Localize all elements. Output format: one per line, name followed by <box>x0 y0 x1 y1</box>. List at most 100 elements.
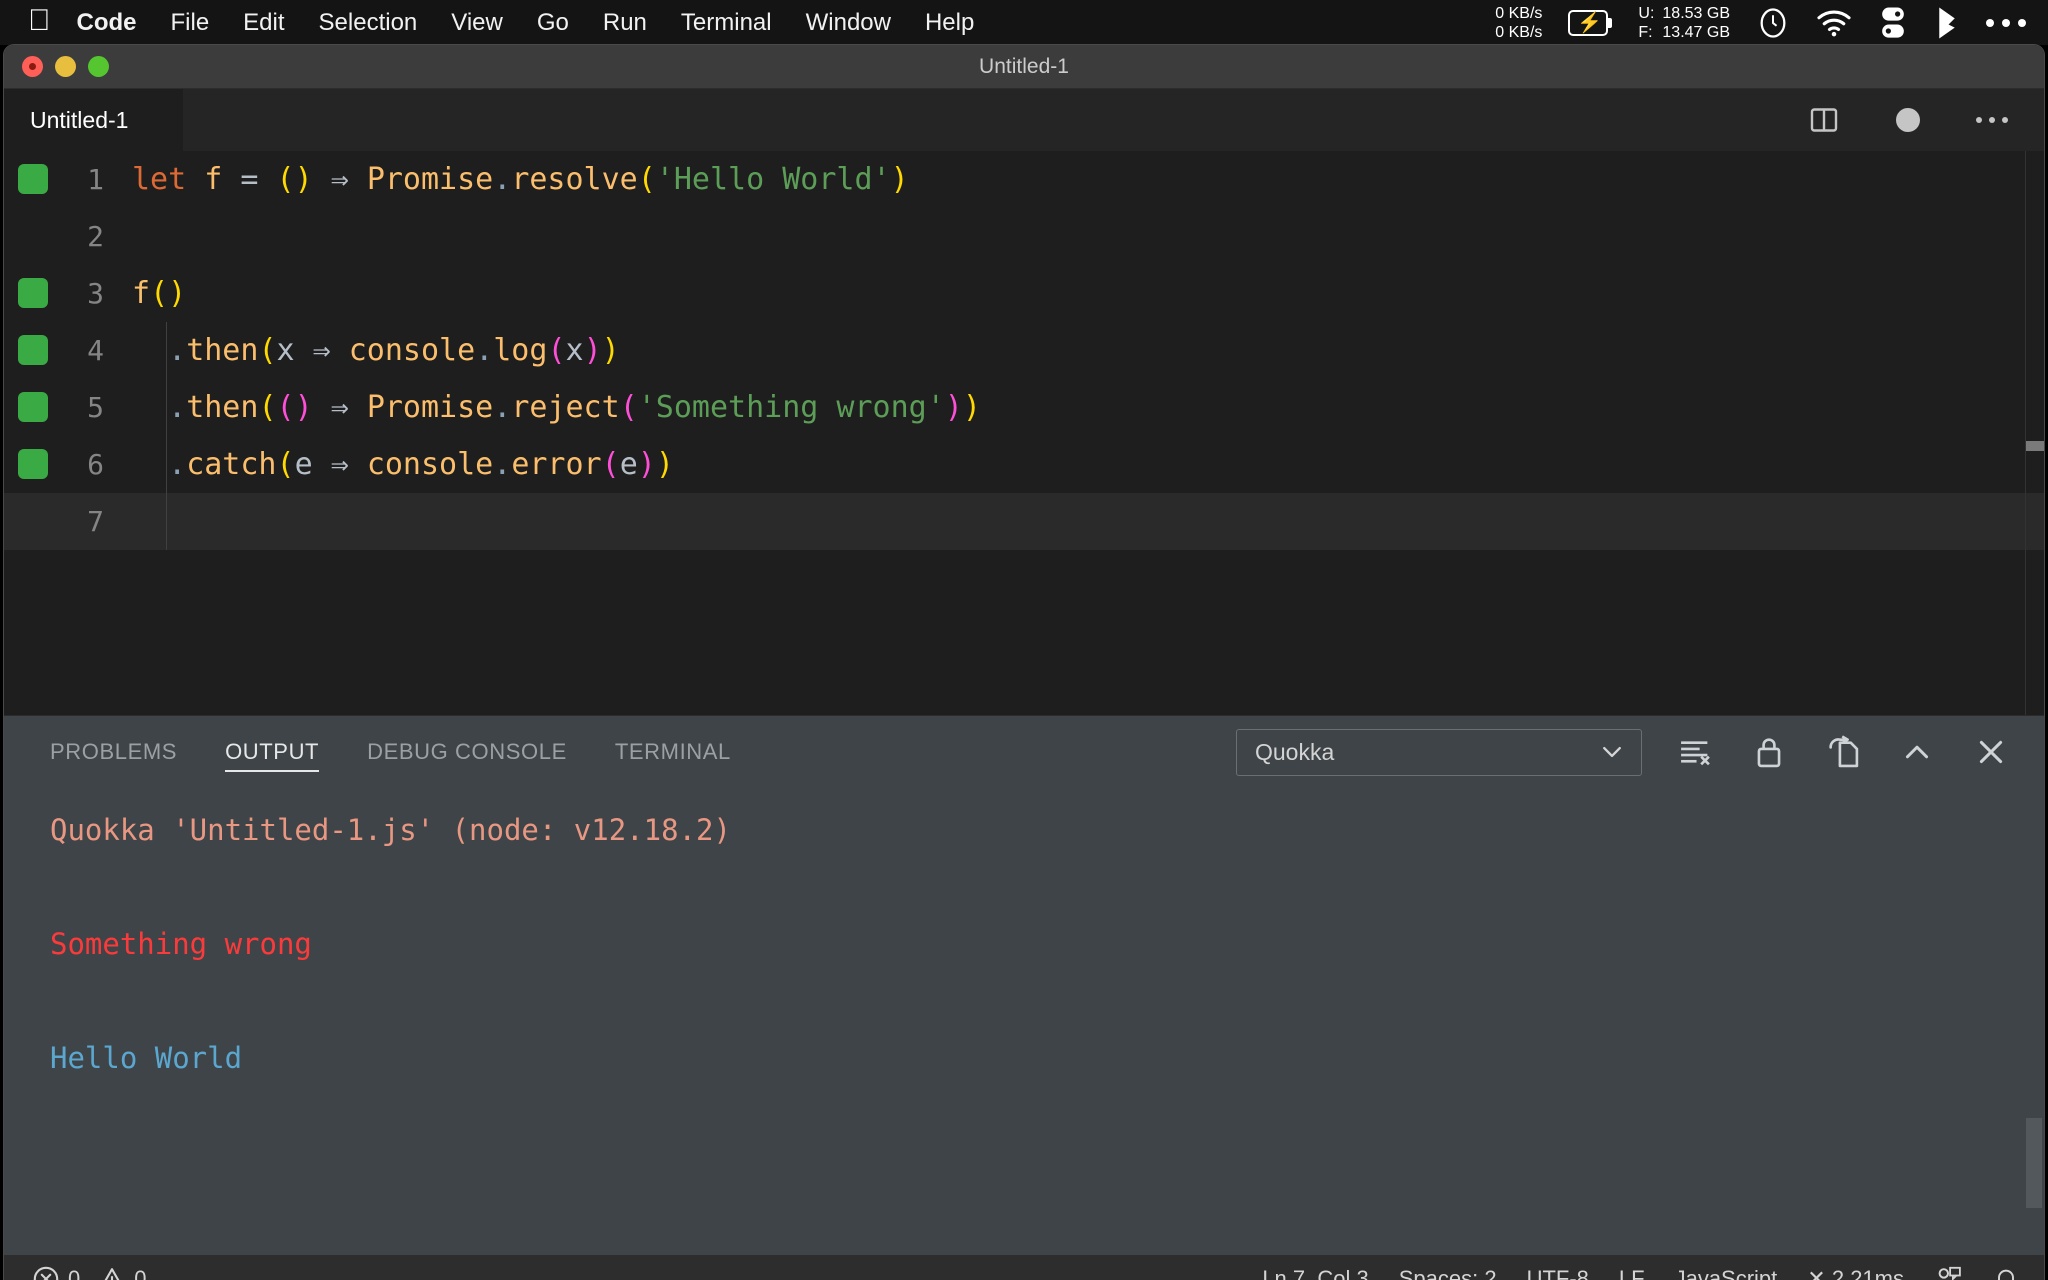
apple-logo-icon[interactable]:  <box>28 5 51 36</box>
wifi-icon[interactable] <box>1816 9 1852 37</box>
indentation-setting[interactable]: Spaces: 2 <box>1399 1266 1497 1280</box>
code-line[interactable]: 4 .then(x ⇒ console.log(x)) <box>4 322 2044 379</box>
network-speed-indicator[interactable]: 0 KB/s 0 KB/s <box>1495 4 1542 42</box>
code-editor[interactable]: 1 let f = () ⇒ Promise.resolve('Hello Wor… <box>4 151 2044 715</box>
indent-guide <box>166 322 167 379</box>
open-in-editor-button[interactable] <box>1822 731 1864 773</box>
minimize-button[interactable] <box>55 56 76 77</box>
menu-item-go[interactable]: Go <box>537 9 569 37</box>
storage-icon[interactable] <box>1878 6 1908 40</box>
code-token: let <box>132 162 187 197</box>
scroll-lock-button[interactable] <box>1748 731 1790 773</box>
maximize-panel-button[interactable] <box>1896 731 1938 773</box>
code-token: ⇒ <box>330 162 349 197</box>
code-token: f <box>132 276 151 311</box>
output-view[interactable]: Quokka 'Untitled-1.js' (node: v12.18.2) … <box>4 788 2044 1255</box>
cursor-position[interactable]: Ln 7, Col 3 <box>1262 1266 1368 1280</box>
code-line[interactable]: 5 .then(() ⇒ Promise.reject('Something w… <box>4 379 2044 436</box>
code-token: ) <box>168 276 187 311</box>
code-token: . <box>168 447 187 482</box>
code-token: = <box>240 162 259 197</box>
more-actions-button[interactable] <box>1974 102 2010 138</box>
menu-item-view[interactable]: View <box>451 9 503 37</box>
menu-item-help[interactable]: Help <box>925 9 974 37</box>
encoding-setting[interactable]: UTF-8 <box>1527 1266 1589 1280</box>
code-line-text: let f = () ⇒ Promise.resolve('Hello Worl… <box>132 162 909 197</box>
code-token: reject <box>511 390 620 425</box>
battery-charging-icon[interactable]: ⚡ <box>1568 9 1613 36</box>
memory-indicator[interactable]: U: 18.53 GB F: 13.47 GB <box>1638 4 1730 42</box>
close-button[interactable] <box>22 56 43 77</box>
clear-output-icon <box>1681 741 1710 766</box>
close-panel-button[interactable] <box>1970 731 2012 773</box>
notifications-button[interactable] <box>1992 1265 2020 1280</box>
menu-item-code[interactable]: Code <box>77 9 137 37</box>
editor-scrollbar-thumb[interactable] <box>2026 441 2044 451</box>
code-line[interactable]: 2 <box>4 208 2044 265</box>
macos-menu-bar:  Code File Edit Selection View Go Run Terminal… <box>0 0 2048 45</box>
feedback-button[interactable] <box>1934 1265 1962 1280</box>
code-token: console <box>366 447 494 482</box>
problems-status[interactable]: 0 0 <box>32 1265 147 1280</box>
bottom-panel: PROBLEMS OUTPUT DEBUG CONSOLE TERMINAL Quok… <box>4 715 2044 1255</box>
menu-bar-status-area: 0 KB/s 0 KB/s ⚡ U: 18.53 GB F: 13.47 GB <box>1495 4 2048 42</box>
editor-tab-bar: Untitled-1 <box>4 89 2044 151</box>
code-line-text: .catch(e ⇒ console.error(e)) <box>132 447 674 482</box>
unsaved-indicator[interactable] <box>1890 102 1926 138</box>
clear-output-button[interactable] <box>1674 731 1716 773</box>
code-token: f <box>204 162 223 197</box>
code-token: . <box>475 333 494 368</box>
editor-actions <box>1806 89 2044 151</box>
maximize-button[interactable] <box>88 56 109 77</box>
menu-item-selection[interactable]: Selection <box>319 9 418 37</box>
quokka-timing[interactable]: ✕ 2.21ms <box>1807 1266 1904 1280</box>
tab-untitled-1[interactable]: Untitled-1 <box>4 89 184 151</box>
editor-scrollbar[interactable] <box>2026 151 2044 715</box>
window-title-bar: Untitled-1 <box>4 45 2044 89</box>
panel-tab-output[interactable]: OUTPUT <box>225 716 320 788</box>
code-line[interactable]: 3 f() <box>4 265 2044 322</box>
status-bar-left: 0 0 <box>4 1265 147 1280</box>
code-line[interactable]: 7 <box>4 493 2044 550</box>
ellipsis-icon[interactable] <box>1986 18 2026 27</box>
code-token: 'Something wrong' <box>637 390 945 425</box>
window-title: Untitled-1 <box>979 54 1069 78</box>
bell-icon <box>1998 1269 2014 1280</box>
code-line-text: f() <box>132 276 186 311</box>
output-channel-value: Quokka <box>1255 738 1335 765</box>
menu-item-edit[interactable]: Edit <box>243 9 284 37</box>
output-scrollbar-thumb[interactable] <box>2026 1118 2042 1208</box>
panel-tab-terminal[interactable]: TERMINAL <box>615 716 731 788</box>
language-mode[interactable]: JavaScript <box>1675 1266 1778 1280</box>
output-channel-select[interactable]: Quokka <box>1236 728 1642 776</box>
flag-icon[interactable] <box>1934 6 1960 40</box>
clock-icon[interactable] <box>1756 6 1790 40</box>
line-number: 2 <box>87 220 104 253</box>
status-bar-right: Ln 7, Col 3 Spaces: 2 UTF-8 LF JavaScrip… <box>1262 1265 2044 1280</box>
panel-actions: Quokka <box>1236 728 2044 776</box>
menu-item-file[interactable]: File <box>171 9 210 37</box>
code-token: ( <box>258 390 277 425</box>
code-token: then <box>186 390 259 425</box>
feedback-person-icon <box>1938 1266 1961 1280</box>
eol-setting[interactable]: LF <box>1619 1266 1645 1280</box>
panel-tab-debug-console[interactable]: DEBUG CONSOLE <box>367 716 567 788</box>
code-token: . <box>493 390 512 425</box>
output-lines-container: Quokka 'Untitled-1.js' (node: v12.18.2) … <box>50 802 2044 1087</box>
menu-item-terminal[interactable]: Terminal <box>681 9 772 37</box>
panel-tab-problems[interactable]: PROBLEMS <box>50 716 177 788</box>
ellipsis-icon <box>1976 117 2008 123</box>
code-line[interactable]: 6 .catch(e ⇒ console.error(e)) <box>4 436 2044 493</box>
menu-item-window[interactable]: Window <box>806 9 891 37</box>
code-line[interactable]: 1 let f = () ⇒ Promise.resolve('Hello Wor… <box>4 151 2044 208</box>
menu-item-run[interactable]: Run <box>603 9 647 37</box>
tab-label: Untitled-1 <box>30 106 129 133</box>
code-token: ) <box>655 447 674 482</box>
split-editor-button[interactable] <box>1806 102 1842 138</box>
